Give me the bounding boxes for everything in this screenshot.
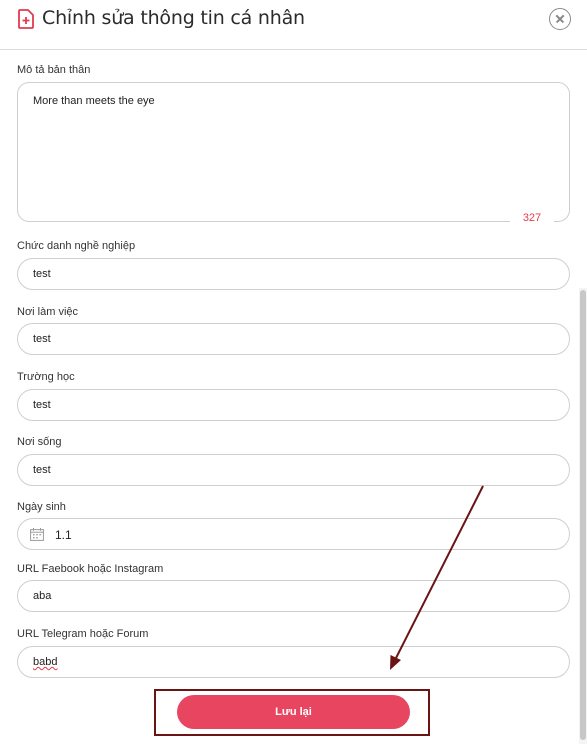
bio-label: Mô tả bản thân [17, 64, 91, 76]
scrollbar-thumb[interactable] [580, 290, 586, 740]
dialog-header: Chỉnh sửa thông tin cá nhân [0, 0, 587, 50]
close-icon[interactable] [549, 8, 571, 30]
facebook-instagram-input[interactable]: aba [17, 580, 570, 612]
telegram-forum-value: babd [33, 656, 58, 668]
facebook-instagram-label: URL Faebook hoặc Instagram [17, 563, 164, 575]
birthday-input[interactable]: 1.1 [17, 518, 570, 550]
workplace-input[interactable]: test [17, 323, 570, 355]
school-input[interactable]: test [17, 389, 570, 421]
facebook-instagram-value: aba [33, 590, 52, 602]
job-title-value: test [33, 268, 51, 280]
workplace-label: Nơi làm việc [17, 306, 78, 318]
char-counter: 327 [510, 212, 554, 226]
school-value: test [33, 399, 51, 411]
birthday-label: Ngày sinh [17, 501, 66, 513]
bio-text: More than meets the eye [33, 95, 155, 107]
job-title-input[interactable]: test [17, 258, 570, 290]
residence-label: Nơi sống [17, 436, 62, 448]
dialog-title: Chỉnh sửa thông tin cá nhân [42, 7, 305, 29]
school-label: Trường học [17, 371, 75, 383]
save-button[interactable]: Lưu lại [177, 695, 410, 729]
birthday-value: 1.1 [55, 528, 72, 542]
document-plus-icon [18, 9, 34, 29]
residence-input[interactable]: test [17, 454, 570, 486]
calendar-icon [30, 528, 44, 541]
telegram-forum-label: URL Telegram hoặc Forum [17, 628, 149, 640]
telegram-forum-input[interactable]: babd [17, 646, 570, 678]
bio-textarea[interactable]: More than meets the eye [17, 82, 570, 222]
workplace-value: test [33, 333, 51, 345]
residence-value: test [33, 464, 51, 476]
job-title-label: Chức danh nghề nghiệp [17, 240, 136, 252]
